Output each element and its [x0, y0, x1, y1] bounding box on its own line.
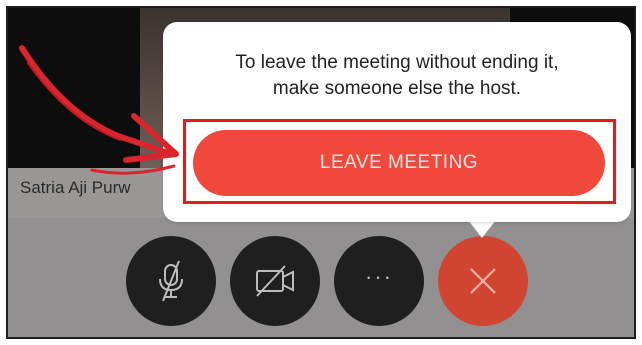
more-options-button[interactable]: ···	[334, 236, 424, 326]
popover-message: To leave the meeting without ending it, …	[163, 50, 631, 102]
participant-name-label: Satria Aji Purw	[20, 178, 131, 197]
end-meeting-button[interactable]	[438, 236, 528, 326]
close-x-icon	[470, 268, 496, 294]
controls-background	[8, 218, 634, 337]
video-off-icon	[256, 265, 294, 297]
leave-meeting-button[interactable]: LEAVE MEETING	[193, 130, 605, 196]
leave-meeting-popover: To leave the meeting without ending it, …	[163, 22, 631, 222]
popover-message-line-1: To leave the meeting without ending it,	[235, 52, 559, 73]
more-dots-icon: ···	[365, 264, 393, 289]
mute-button[interactable]	[126, 236, 216, 326]
microphone-muted-icon	[159, 260, 183, 302]
video-toggle-button[interactable]	[230, 236, 320, 326]
screenshot-frame: Satria Aji Purw ··· To leave the meeting	[6, 6, 636, 339]
popover-message-line-2: make someone else the host.	[272, 78, 522, 99]
popover-pointer	[468, 220, 496, 238]
